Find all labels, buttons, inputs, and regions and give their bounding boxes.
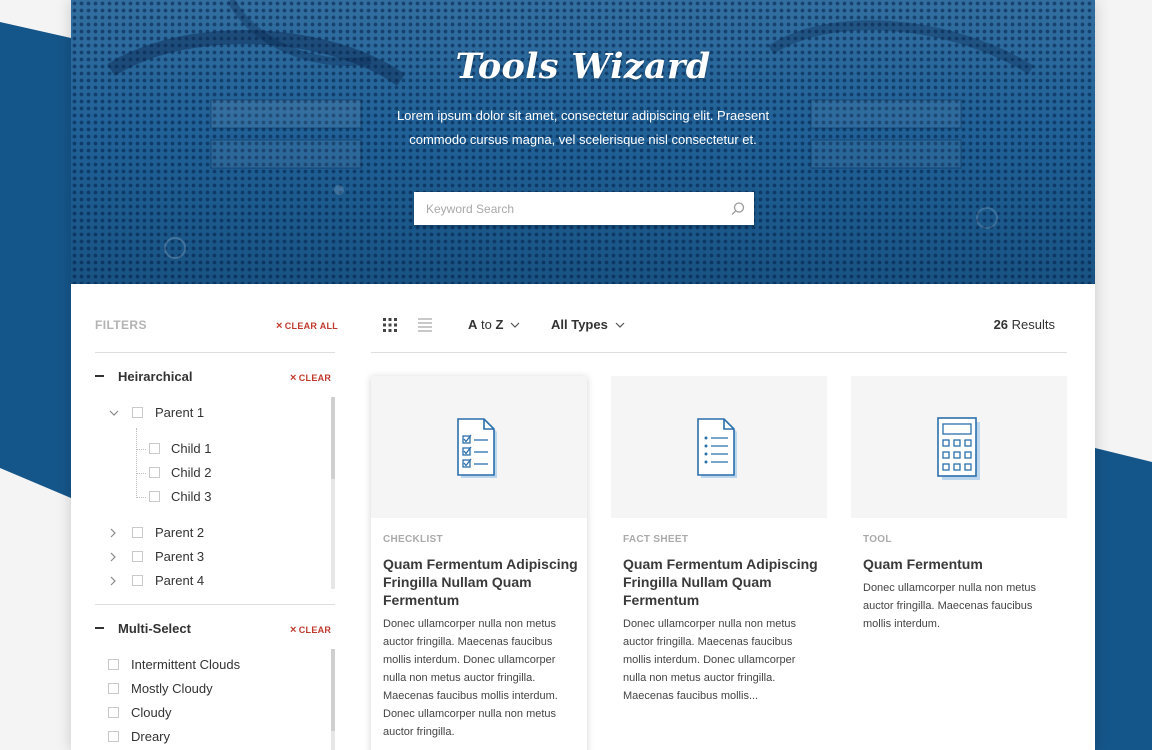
option-label-parent-3: Parent 3 xyxy=(155,549,205,564)
card-title[interactable]: Quam Fermentum Adipiscing Fringilla Null… xyxy=(623,555,819,609)
results-count: 26 Results xyxy=(71,317,1055,332)
scrollbar-thumb[interactable] xyxy=(331,649,335,731)
tree-connector xyxy=(136,449,146,450)
chevron-right-icon[interactable] xyxy=(108,576,118,586)
card-type-label: CHECKLIST xyxy=(383,534,443,545)
option-label-mostly-cloudy: Mostly Cloudy xyxy=(131,681,213,696)
card-title[interactable]: Quam Fermentum xyxy=(863,555,1059,573)
option-label-child-1: Child 1 xyxy=(171,441,212,456)
divider xyxy=(95,352,335,353)
card-description: Donec ullamcorper nulla non metus auctor… xyxy=(383,618,558,738)
checkbox-cloudy[interactable] xyxy=(108,707,119,718)
card-type-label: TOOL xyxy=(863,534,892,545)
card-type-label: FACT SHEET xyxy=(623,534,689,545)
divider xyxy=(371,352,1067,353)
option-label-intermittent-clouds: Intermittent Clouds xyxy=(131,657,241,672)
clear-multi-select-button[interactable]: × CLEAR xyxy=(290,624,331,636)
checkbox-parent-1[interactable] xyxy=(132,407,143,418)
option-label-cloudy: Cloudy xyxy=(131,705,172,720)
checkbox-mostly-cloudy[interactable] xyxy=(108,683,119,694)
page-subtitle: Lorem ipsum dolor sit amet, consectetur … xyxy=(396,108,770,147)
clear-hierarchical-button[interactable]: × CLEAR xyxy=(290,372,331,384)
checkbox-parent-2[interactable] xyxy=(132,527,143,538)
checklist-icon xyxy=(457,418,497,478)
chevron-down-icon[interactable] xyxy=(109,408,119,418)
divider xyxy=(95,604,335,605)
tree-connector xyxy=(136,497,146,498)
chevron-right-icon[interactable] xyxy=(108,528,118,538)
card-description: Donec ullamcorper nulla non metus auctor… xyxy=(623,618,797,702)
fact-sheet-icon xyxy=(697,418,737,478)
option-label-parent-4: Parent 4 xyxy=(155,573,205,588)
results-number: 26 xyxy=(993,317,1009,332)
card-description: Donec ullamcorper nulla non metus auctor… xyxy=(863,582,1037,630)
chevron-right-icon[interactable] xyxy=(108,552,118,562)
clear-label: CLEAR xyxy=(298,625,332,635)
checkbox-parent-3[interactable] xyxy=(132,551,143,562)
collapse-group-hierarchical-icon[interactable] xyxy=(95,375,104,377)
result-card[interactable]: CHECKLIST Quam Fermentum Adipiscing Frin… xyxy=(371,376,587,750)
option-label-dreary: Dreary xyxy=(131,729,171,744)
checkbox-child-3[interactable] xyxy=(149,491,160,502)
keyword-search-box xyxy=(414,192,754,225)
filter-group-title-hierarchical: Heirarchical xyxy=(118,369,193,384)
hierarchical-scrollbar[interactable] xyxy=(331,397,335,589)
checkbox-child-2[interactable] xyxy=(149,467,160,478)
card-thumbnail xyxy=(851,376,1067,518)
close-icon: × xyxy=(290,624,297,636)
checkbox-child-1[interactable] xyxy=(149,443,160,454)
option-label-child-2: Child 2 xyxy=(171,465,212,480)
option-label-parent-1: Parent 1 xyxy=(155,405,205,420)
hero-banner: Tools Wizard Lorem ipsum dolor sit amet,… xyxy=(71,0,1095,284)
scrollbar-thumb[interactable] xyxy=(331,397,335,479)
card-thumbnail xyxy=(611,376,827,518)
multi-select-scrollbar[interactable] xyxy=(331,649,335,750)
checkbox-intermittent-clouds[interactable] xyxy=(108,659,119,670)
collapse-group-multi-select-icon[interactable] xyxy=(95,627,104,629)
option-label-parent-2: Parent 2 xyxy=(155,525,205,540)
tree-connector xyxy=(136,473,146,474)
close-icon: × xyxy=(290,372,297,384)
checkbox-dreary[interactable] xyxy=(108,731,119,742)
card-thumbnail xyxy=(371,376,587,518)
search-icon[interactable] xyxy=(730,201,746,217)
clear-label: CLEAR xyxy=(298,373,332,383)
option-label-child-3: Child 3 xyxy=(171,489,212,504)
page-title: Tools Wizard xyxy=(455,46,711,87)
tree-connector xyxy=(136,428,137,498)
calculator-icon xyxy=(937,417,980,480)
checkbox-parent-4[interactable] xyxy=(132,575,143,586)
card-title[interactable]: Quam Fermentum Adipiscing Fringilla Null… xyxy=(383,555,579,609)
filter-group-title-multi-select: Multi-Select xyxy=(118,621,191,636)
results-label: Results xyxy=(1008,317,1055,332)
keyword-search-input[interactable] xyxy=(414,192,724,225)
page-container: Tools Wizard Lorem ipsum dolor sit amet,… xyxy=(71,0,1095,750)
